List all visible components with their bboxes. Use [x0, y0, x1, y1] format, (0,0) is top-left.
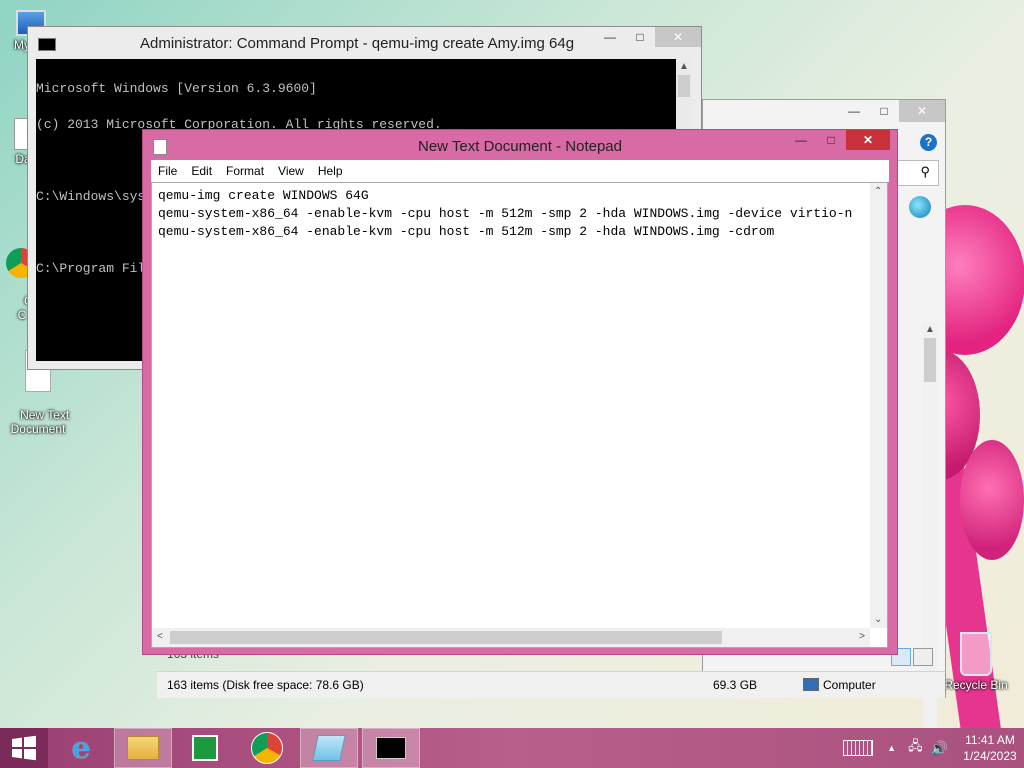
close-button[interactable]: ✕: [846, 130, 890, 150]
window-controls: — □ ✕: [786, 130, 890, 150]
vertical-scrollbar[interactable]: ⌃ ⌄: [870, 183, 887, 628]
large-icons-view-icon[interactable]: [913, 648, 933, 666]
cmd-titlebar[interactable]: Administrator: Command Prompt - qemu-img…: [28, 27, 701, 59]
desktop-icon-label: Recycle Bin: [944, 678, 1008, 692]
window-title: Administrator: Command Prompt - qemu-img…: [140, 35, 575, 52]
taskbar: e ▲ 🖧 🔊 11:41 AM 1/24/2023: [0, 728, 1024, 768]
menu-format[interactable]: Format: [219, 164, 271, 178]
minimize-button[interactable]: —: [839, 100, 869, 122]
clock-time: 11:41 AM: [965, 733, 1015, 747]
text-editor[interactable]: qemu-img create WINDOWS 64G qemu-system-…: [151, 182, 888, 648]
file-explorer-icon: [127, 736, 159, 760]
window-controls: — □ ✕: [839, 100, 945, 122]
maximize-button[interactable]: □: [869, 100, 899, 122]
search-input[interactable]: ⚲: [897, 160, 939, 186]
taskbar-notepad[interactable]: [300, 728, 358, 768]
scroll-thumb[interactable]: [170, 631, 722, 644]
keyboard-icon[interactable]: [843, 740, 874, 756]
chrome-icon: [251, 732, 283, 764]
scroll-up-arrow[interactable]: ⌃: [874, 186, 882, 197]
close-button[interactable]: ✕: [899, 100, 945, 122]
explorer-scrollbar[interactable]: ▲ ▼: [923, 322, 937, 728]
store-icon: [192, 735, 218, 761]
help-icon[interactable]: ?: [920, 134, 937, 151]
internet-explorer-icon: e: [71, 730, 91, 766]
menu-view[interactable]: View: [271, 164, 311, 178]
scroll-left-arrow[interactable]: <: [157, 631, 163, 642]
editor-content[interactable]: qemu-img create WINDOWS 64G qemu-system-…: [158, 187, 870, 627]
scroll-thumb[interactable]: [924, 338, 936, 382]
taskbar-file-explorer[interactable]: [114, 728, 172, 768]
minimize-button[interactable]: —: [786, 130, 816, 150]
command-prompt-icon: [38, 38, 56, 51]
scroll-up-arrow[interactable]: ▲: [679, 61, 689, 72]
desktop: My C Data G C New Text Document Recycle …: [0, 0, 1024, 728]
scroll-up-arrow[interactable]: ▲: [925, 324, 935, 335]
clock[interactable]: 11:41 AM 1/24/2023: [956, 732, 1024, 764]
system-tray: ▲ 🖧 🔊 11:41 AM 1/24/2023: [843, 728, 1024, 768]
show-hidden-icons-icon[interactable]: ▲: [887, 743, 896, 753]
taskbar-internet-explorer[interactable]: e: [52, 728, 110, 768]
computer-icon: [803, 678, 819, 691]
window-title: New Text Document - Notepad: [418, 138, 622, 155]
network-icon[interactable]: 🖧: [908, 737, 923, 759]
desktop-icon-recycle-bin[interactable]: Recycle Bin: [938, 632, 1014, 692]
desktop-icon-label: New Text Document: [10, 408, 70, 436]
notepad-window[interactable]: New Text Document - Notepad — □ ✕ File E…: [142, 129, 898, 655]
menu-bar: File Edit Format View Help: [151, 160, 889, 182]
network-icon[interactable]: [909, 196, 931, 218]
status-location: Computer: [823, 678, 876, 692]
windows-logo-icon: [12, 735, 36, 761]
notepad-icon: [312, 735, 346, 761]
taskbar-chrome[interactable]: [238, 728, 296, 768]
maximize-button[interactable]: □: [625, 27, 655, 47]
maximize-button[interactable]: □: [816, 130, 846, 150]
command-prompt-icon: [376, 737, 406, 759]
search-icon: ⚲: [920, 164, 930, 179]
recycle-bin-icon: [960, 632, 992, 676]
horizontal-scrollbar[interactable]: < >: [152, 628, 870, 647]
window-controls: — □ ✕: [595, 27, 701, 47]
menu-file[interactable]: File: [151, 164, 184, 178]
menu-edit[interactable]: Edit: [184, 164, 219, 178]
status-size: 69.3 GB: [713, 678, 758, 692]
start-button[interactable]: [0, 728, 48, 768]
status-items: 163 items (Disk free space: 78.6 GB): [167, 678, 364, 692]
notepad-titlebar[interactable]: New Text Document - Notepad — □ ✕: [143, 130, 897, 160]
scroll-right-arrow[interactable]: >: [859, 631, 865, 642]
close-button[interactable]: ✕: [655, 27, 701, 47]
scroll-down-arrow[interactable]: ⌄: [874, 614, 882, 625]
volume-icon[interactable]: 🔊: [931, 740, 948, 757]
menu-help[interactable]: Help: [311, 164, 350, 178]
clock-date: 1/24/2023: [963, 749, 1017, 763]
minimize-button[interactable]: —: [595, 27, 625, 47]
console-line: Microsoft Windows [Version 6.3.9600]: [36, 81, 317, 96]
taskbar-store[interactable]: [176, 728, 234, 768]
taskbar-command-prompt[interactable]: [362, 728, 420, 768]
status-bar: 163 items (Disk free space: 78.6 GB) 69.…: [157, 671, 945, 698]
scroll-thumb[interactable]: [678, 75, 690, 97]
flower-petal: [960, 440, 1024, 560]
